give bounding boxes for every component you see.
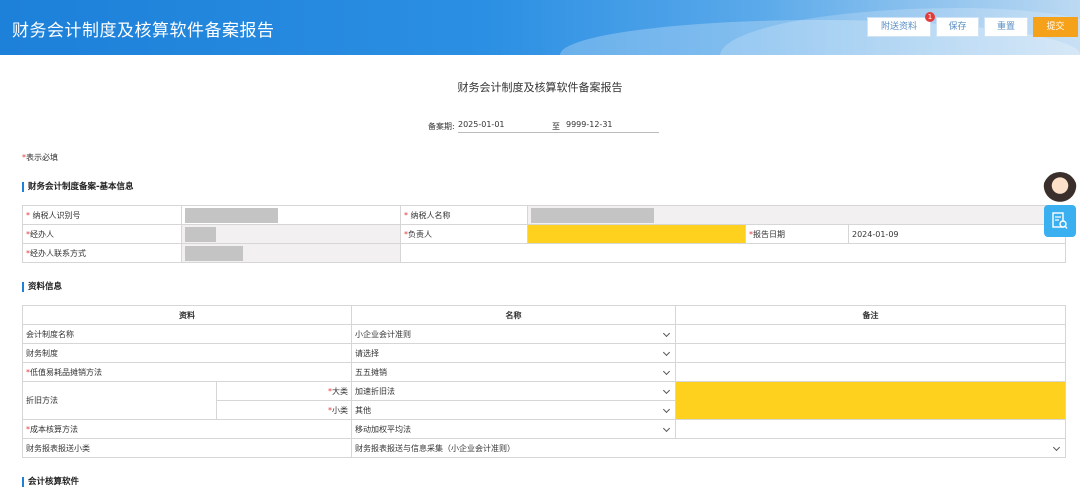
- remark-cell[interactable]: [675, 419, 1066, 439]
- report-subtype-select[interactable]: 财务报表报送与信息采集（小企业会计准则）: [351, 438, 1066, 458]
- attach-count-badge: 1: [925, 12, 935, 22]
- redacted-block: [185, 226, 216, 242]
- redacted-block: [185, 207, 278, 223]
- assistant-chat-button[interactable]: [1044, 205, 1076, 237]
- responsible-field[interactable]: [527, 224, 746, 244]
- section-accounting-software: 会计核算软件: [22, 477, 79, 487]
- label-text: 经办人联系方式: [30, 248, 86, 258]
- required-note-text: 表示必填: [26, 153, 58, 162]
- col-header-name: 名称: [351, 305, 676, 325]
- low-value-method-label: *低值易耗品摊销方法: [22, 362, 352, 382]
- form-title: 财务会计制度及核算软件备案报告: [457, 81, 623, 94]
- handler-contact-label: *经办人联系方式: [22, 243, 182, 263]
- cost-method-label: *成本核算方法: [22, 419, 352, 439]
- col-header-material: 资料: [22, 305, 352, 325]
- label-text: 成本核算方法: [30, 424, 78, 434]
- low-value-method-select[interactable]: 五五摊销: [351, 362, 676, 382]
- chevron-down-icon: [662, 348, 671, 357]
- taxpayer-name-label: * 纳税人名称: [400, 205, 528, 225]
- chevron-down-icon: [662, 405, 671, 414]
- redacted-block: [531, 207, 654, 223]
- select-value: 其他: [355, 405, 371, 415]
- submit-button[interactable]: 提交: [1033, 17, 1078, 37]
- chevron-down-icon: [1052, 443, 1061, 452]
- section-basic-info: 财务会计制度备案-基本信息: [22, 182, 134, 192]
- depreciation-label: 折旧方法: [22, 381, 217, 420]
- material-info-table: 资料 名称 备注 会计制度名称 小企业会计准则 财务制度 请选择 *低值易耗品摊…: [22, 305, 1066, 458]
- financial-system-select[interactable]: 请选择: [351, 343, 676, 363]
- label-text: 报告日期: [753, 229, 785, 239]
- handler-field[interactable]: [181, 224, 401, 244]
- responsible-label: *负责人: [400, 224, 528, 244]
- label-text: 小类: [332, 405, 348, 415]
- report-date-value: 2024-01-09: [852, 229, 899, 239]
- empty-cell: [399, 243, 1067, 263]
- required-star: *: [26, 210, 30, 220]
- handler-label: *经办人: [22, 224, 182, 244]
- document-search-icon: [1052, 212, 1068, 229]
- redacted-block: [185, 245, 243, 261]
- period-end-value: 9999-12-31: [566, 120, 613, 129]
- chevron-down-icon: [662, 424, 671, 433]
- accounting-system-select[interactable]: 小企业会计准则: [351, 324, 676, 344]
- remark-cell[interactable]: [675, 362, 1066, 382]
- handler-contact-field[interactable]: [181, 243, 401, 263]
- attach-materials-button[interactable]: 附送资料: [867, 17, 931, 37]
- financial-system-label: 财务制度: [22, 343, 352, 363]
- taxpayer-id-label: * 纳税人识别号: [22, 205, 182, 225]
- save-button[interactable]: 保存: [936, 17, 979, 37]
- remark-cell[interactable]: [675, 324, 1066, 344]
- report-subtype-label: 财务报表报送小类: [22, 438, 352, 458]
- report-date-field[interactable]: 2024-01-09: [847, 224, 1067, 244]
- depreciation-major-select[interactable]: 加速折旧法: [351, 381, 676, 401]
- label-text: 经办人: [30, 229, 54, 239]
- period-end-field[interactable]: 9999-12-31: [566, 120, 659, 133]
- col-header-remark: 备注: [675, 305, 1066, 325]
- remark-cell[interactable]: [675, 343, 1066, 363]
- required-star: *: [404, 210, 408, 220]
- select-value: 移动加权平均法: [355, 424, 411, 434]
- period-start-value: 2025-01-01: [458, 120, 505, 129]
- report-date-label: *报告日期: [745, 224, 849, 244]
- reset-button[interactable]: 重置: [984, 17, 1028, 37]
- taxpayer-id-field: [181, 205, 401, 225]
- select-value: 财务报表报送与信息采集（小企业会计准则）: [355, 443, 515, 453]
- basic-info-table: * 纳税人识别号 * 纳税人名称 *经办人 *负责人 *报告日期 2024-01…: [22, 205, 1067, 263]
- select-value: 小企业会计准则: [355, 329, 411, 339]
- select-value: 请选择: [355, 348, 379, 358]
- depreciation-major-label: *大类: [216, 381, 352, 401]
- chevron-down-icon: [662, 329, 671, 338]
- app-title: 财务会计制度及核算软件备案报告: [12, 21, 275, 41]
- depreciation-minor-label: *小类: [216, 400, 352, 420]
- taxpayer-name-field: [526, 205, 1067, 225]
- depreciation-remark-cell[interactable]: [675, 381, 1066, 420]
- label-text: 大类: [332, 386, 348, 396]
- label-text: 低值易耗品摊销方法: [30, 367, 102, 377]
- depreciation-minor-select[interactable]: 其他: [351, 400, 676, 420]
- label-text: 负责人: [408, 229, 432, 239]
- cost-method-select[interactable]: 移动加权平均法: [351, 419, 676, 439]
- required-note: *表示必填: [22, 152, 58, 163]
- select-value: 加速折旧法: [355, 386, 395, 396]
- label-text: 纳税人名称: [410, 210, 451, 220]
- section-material-info: 资料信息: [22, 282, 62, 292]
- assistant-avatar-icon[interactable]: [1043, 172, 1077, 206]
- select-value: 五五摊销: [355, 367, 387, 377]
- accounting-system-label: 会计制度名称: [22, 324, 352, 344]
- period-to-label: 至: [552, 122, 560, 131]
- chevron-down-icon: [662, 367, 671, 376]
- label-text: 纳税人识别号: [32, 210, 81, 220]
- chevron-down-icon: [662, 386, 671, 395]
